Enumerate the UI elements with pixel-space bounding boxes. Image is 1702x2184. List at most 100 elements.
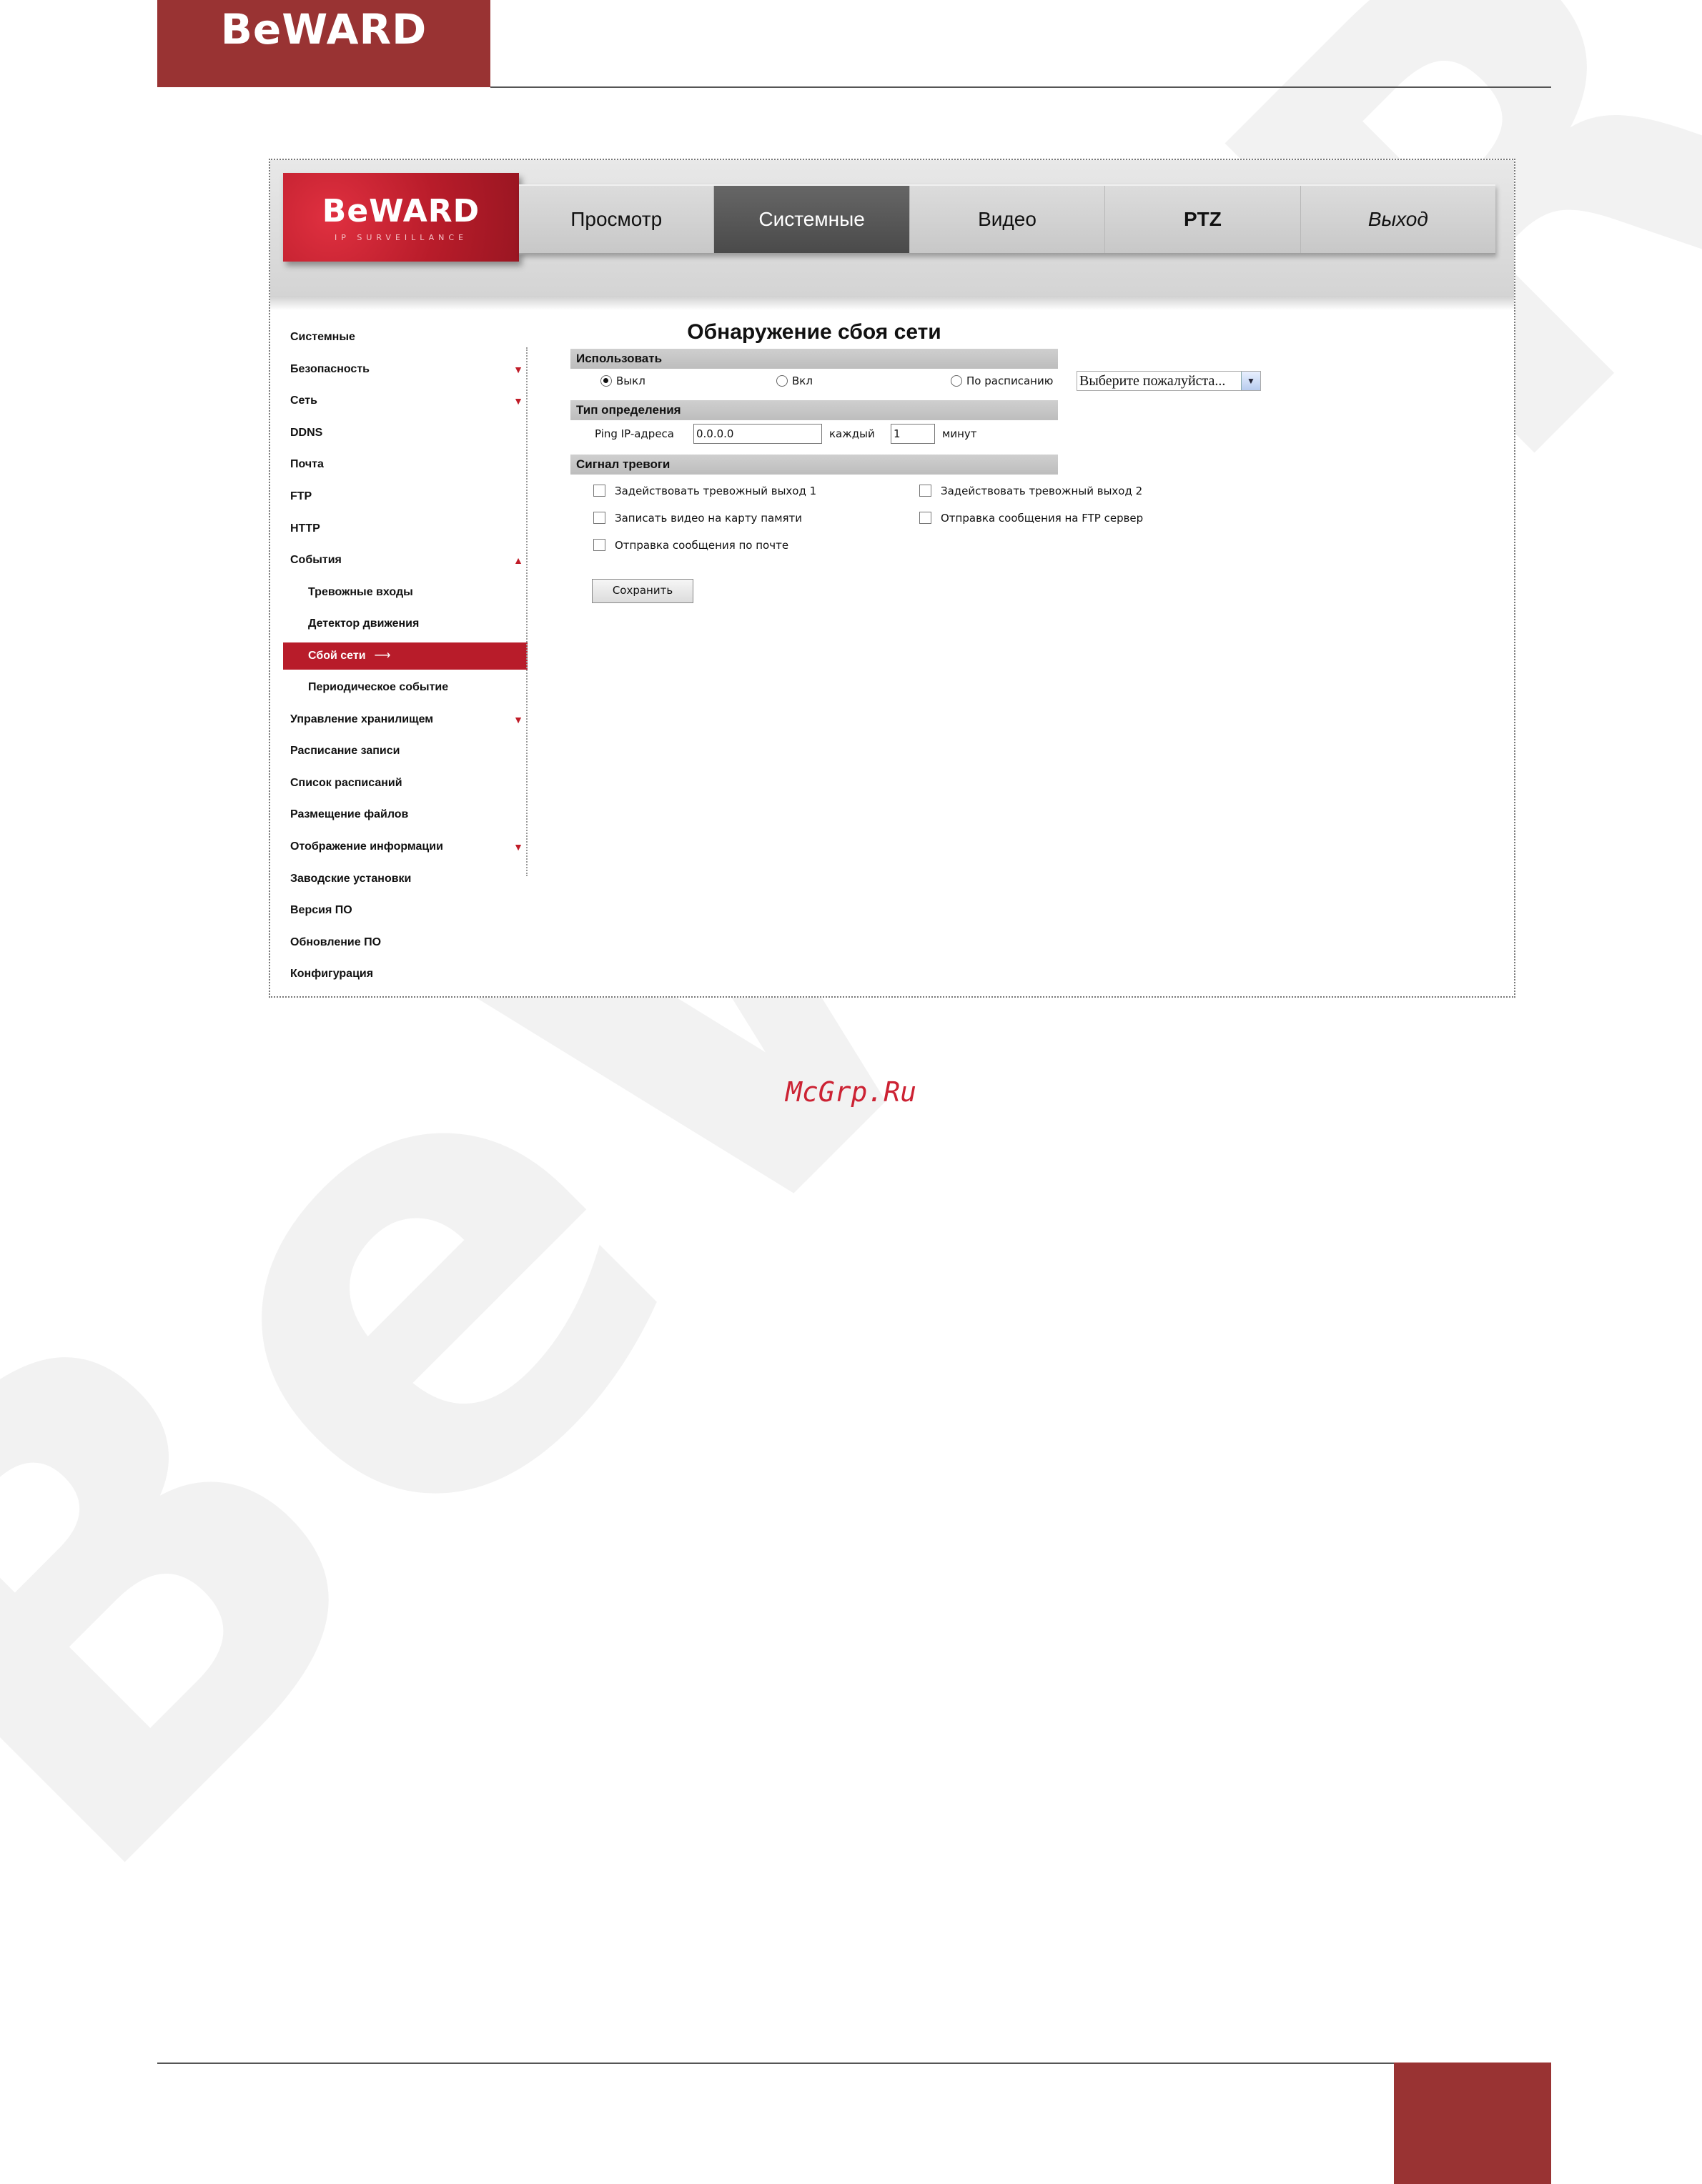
sidebar-item-label: Размещение файлов bbox=[290, 808, 409, 821]
sidebar-item-label: Сбой сети bbox=[308, 649, 366, 662]
sidebar-item-label: Управление хранилищем bbox=[290, 713, 434, 725]
alarm-row-3: Отправка сообщения по почте bbox=[570, 533, 1058, 557]
expand-down-icon: ▼ bbox=[513, 840, 523, 853]
sidebar-item-label: Сеть bbox=[290, 394, 317, 407]
sidebar-item-label: Версия ПО bbox=[290, 904, 352, 917]
sidebar-item-security[interactable]: Безопасность ▼ bbox=[283, 354, 528, 386]
expand-down-icon: ▼ bbox=[513, 363, 523, 375]
sidebar-item-factory-defaults[interactable]: Заводские установки bbox=[283, 863, 528, 895]
chevron-down-icon[interactable]: ▼ bbox=[1241, 372, 1260, 390]
sidebar-item-firmware-version[interactable]: Версия ПО bbox=[283, 895, 528, 927]
document-footer-block bbox=[1394, 2063, 1551, 2184]
document-footer-rule bbox=[157, 2063, 1394, 2064]
sidebar-item-ftp[interactable]: FTP bbox=[283, 481, 528, 513]
record-sd-label: Записать видео на карту памяти bbox=[615, 512, 803, 525]
schedule-select-value: Выберите пожалуйста... bbox=[1079, 373, 1226, 389]
nav-tab-view[interactable]: Просмотр bbox=[519, 186, 715, 253]
ftp-message-checkbox[interactable] bbox=[919, 512, 931, 524]
sidebar-item-label: Расписание записи bbox=[290, 745, 400, 758]
main-nav: Просмотр Системные Видео PTZ Выход bbox=[519, 184, 1495, 254]
sidebar-item-system[interactable]: Системные bbox=[283, 322, 528, 354]
sidebar-item-label: Отображение информации bbox=[290, 840, 443, 853]
web-interface-screenshot: BeWARD IP SURVEILLANCE Просмотр Системны… bbox=[269, 159, 1515, 998]
sidebar-item-label: Периодическое событие bbox=[308, 680, 449, 693]
radio-on[interactable] bbox=[776, 375, 788, 387]
nav-tab-ptz[interactable]: PTZ bbox=[1105, 186, 1301, 253]
top-bar-shadow bbox=[270, 296, 1514, 310]
sidebar-item-label: Системные bbox=[290, 331, 355, 343]
nav-tab-logout[interactable]: Выход bbox=[1301, 186, 1495, 253]
sidebar-item-label: Тревожные входы bbox=[308, 585, 413, 598]
sidebar-divider bbox=[526, 347, 528, 876]
sidebar-item-firmware-update[interactable]: Обновление ПО bbox=[283, 927, 528, 959]
sidebar-item-periodic-event[interactable]: Периодическое событие bbox=[283, 672, 528, 704]
sidebar-item-storage[interactable]: Управление хранилищем ▼ bbox=[283, 704, 528, 736]
sidebar-item-network-failure[interactable]: Сбой сети ⟶ bbox=[283, 642, 528, 670]
sidebar-item-label: HTTP bbox=[290, 522, 320, 535]
arrow-right-icon: ⟶ bbox=[374, 649, 391, 662]
email-message-checkbox[interactable] bbox=[593, 539, 605, 551]
sidebar-item-alarm-inputs[interactable]: Тревожные входы bbox=[283, 577, 528, 609]
sidebar-item-record-schedule[interactable]: Расписание записи bbox=[283, 735, 528, 768]
sidebar-item-label: Список расписаний bbox=[290, 776, 402, 789]
sidebar-item-network[interactable]: Сеть ▼ bbox=[283, 385, 528, 417]
sidebar-item-label: Заводские установки bbox=[290, 872, 412, 885]
radio-on-label: Вкл bbox=[792, 374, 813, 387]
document-header-rule bbox=[490, 86, 1551, 88]
sidebar-item-label: Обновление ПО bbox=[290, 935, 382, 948]
collapse-up-icon: ▲ bbox=[513, 555, 523, 567]
sidebar-item-http[interactable]: HTTP bbox=[283, 513, 528, 545]
section-use-heading: Использовать bbox=[570, 349, 1058, 369]
sidebar-item-file-location[interactable]: Размещение файлов bbox=[283, 799, 528, 831]
radio-schedule-label: По расписанию bbox=[966, 374, 1054, 387]
alarm-row-2: Записать видео на карту памяти Отправка … bbox=[570, 506, 1143, 530]
section-alarm-heading: Сигнал тревоги bbox=[570, 455, 1058, 475]
camera-logo-subtitle: IP SURVEILLANCE bbox=[334, 233, 468, 242]
nav-tab-system[interactable]: Системные bbox=[714, 186, 910, 253]
site-credit: McGrp.Ru bbox=[785, 1076, 917, 1108]
expand-down-icon: ▼ bbox=[513, 395, 523, 407]
alarm-output-1-checkbox[interactable] bbox=[593, 485, 605, 497]
email-message-label: Отправка сообщения по почте bbox=[615, 539, 789, 552]
sidebar-item-label: Конфигурация bbox=[290, 968, 374, 981]
sidebar-item-schedule-list[interactable]: Список расписаний bbox=[283, 768, 528, 800]
sidebar-item-motion-detection[interactable]: Детектор движения bbox=[283, 608, 528, 640]
sidebar-item-mail[interactable]: Почта bbox=[283, 449, 528, 481]
ping-ip-input[interactable]: 0.0.0.0 bbox=[693, 424, 822, 444]
sidebar-item-display-info[interactable]: Отображение информации ▼ bbox=[283, 831, 528, 863]
sidebar-item-label: FTP bbox=[290, 490, 312, 502]
radio-schedule[interactable] bbox=[951, 375, 962, 387]
sidebar-item-label: DDNS bbox=[290, 426, 323, 439]
section-detection-heading: Тип определения bbox=[570, 400, 1058, 420]
page-title: Обнаружение сбоя сети bbox=[687, 320, 941, 344]
sidebar-item-label: Детектор движения bbox=[308, 617, 420, 630]
detection-row: Ping IP-адреса 0.0.0.0 каждый 1 минут bbox=[570, 422, 1058, 446]
document-header-logo: BeWARD bbox=[157, 0, 490, 87]
alarm-output-2-label: Задействовать тревожный выход 2 bbox=[941, 485, 1143, 497]
camera-logo-word: BeWARD bbox=[322, 193, 480, 229]
alarm-output-1-label: Задействовать тревожный выход 1 bbox=[615, 485, 817, 497]
radio-off[interactable] bbox=[600, 375, 612, 387]
nav-tab-video[interactable]: Видео bbox=[910, 186, 1106, 253]
ftp-message-label: Отправка сообщения на FTP сервер bbox=[941, 512, 1144, 525]
record-sd-checkbox[interactable] bbox=[593, 512, 605, 524]
radio-off-label: Выкл bbox=[616, 374, 645, 387]
sidebar-item-label: Почта bbox=[290, 458, 324, 471]
save-button[interactable]: Сохранить bbox=[592, 579, 693, 603]
camera-logo: BeWARD IP SURVEILLANCE bbox=[283, 173, 519, 262]
sidebar-item-events[interactable]: События ▲ bbox=[283, 545, 528, 577]
sidebar-item-label: Безопасность bbox=[290, 362, 370, 375]
alarm-row-1: Задействовать тревожный выход 1 Задейств… bbox=[570, 479, 1142, 503]
expand-down-icon: ▼ bbox=[513, 713, 523, 725]
minutes-label: минут bbox=[942, 427, 977, 440]
sidebar-item-label: События bbox=[290, 554, 342, 567]
schedule-select[interactable]: Выберите пожалуйста... ▼ bbox=[1077, 371, 1261, 391]
use-mode-row: Выкл Вкл По расписанию Выберите пожалуйс… bbox=[570, 369, 1261, 393]
ping-label: Ping IP-адреса bbox=[595, 427, 674, 440]
sidebar-item-ddns[interactable]: DDNS bbox=[283, 417, 528, 450]
interval-input[interactable]: 1 bbox=[891, 424, 935, 444]
sidebar-menu: Системные Безопасность ▼ Сеть ▼ DDNS Почта… bbox=[283, 322, 528, 991]
document-header-logo-text: BeWARD bbox=[220, 5, 427, 54]
alarm-output-2-checkbox[interactable] bbox=[919, 485, 931, 497]
sidebar-item-configuration[interactable]: Конфигурация bbox=[283, 958, 528, 991]
